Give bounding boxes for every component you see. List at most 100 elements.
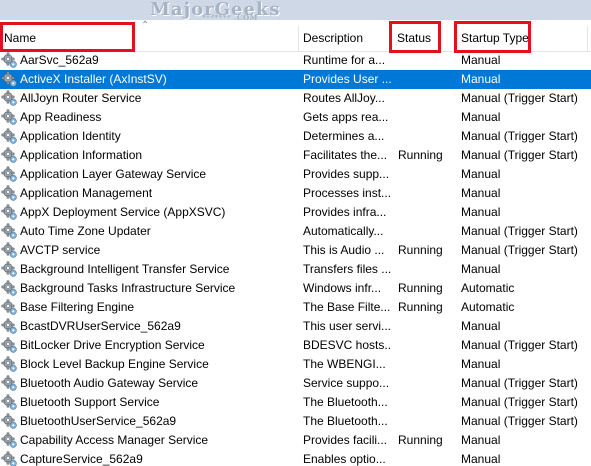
service-description: Provides supp... <box>303 167 390 181</box>
chevron-up-icon: ⌃ <box>141 20 150 31</box>
gear-icon <box>1 166 18 183</box>
gear-icon <box>1 375 18 392</box>
column-header-row: Name Description Status Startup Type <box>0 20 591 52</box>
services-window: MajorGeeks ******* .COM Name Description… <box>0 0 591 466</box>
service-name: Base Filtering Engine <box>20 300 135 314</box>
service-row[interactable]: Application Management Processes inst... M… <box>0 184 591 203</box>
service-name: Auto Time Zone Updater <box>20 224 151 238</box>
gear-icon <box>1 185 18 202</box>
service-name: ActiveX Installer (AxInstSV) <box>20 72 167 86</box>
service-description: Gets apps rea... <box>303 110 389 124</box>
gear-icon <box>1 147 18 164</box>
column-divider[interactable] <box>455 26 456 51</box>
service-startup-type: Manual (Trigger Start) <box>461 224 578 238</box>
service-name: CaptureService_562a9 <box>20 452 143 466</box>
service-description: Determines a... <box>303 129 385 143</box>
service-status: Running <box>398 300 443 314</box>
service-row[interactable]: ActiveX Installer (AxInstSV) Provides Use… <box>0 70 591 89</box>
service-startup-type: Manual (Trigger Start) <box>461 148 578 162</box>
gear-icon <box>1 261 18 278</box>
service-status: Running <box>398 148 443 162</box>
service-description: BDESVC hosts... <box>303 338 391 352</box>
column-header-startup-type[interactable]: Startup Type <box>457 20 587 51</box>
service-row[interactable]: BitLocker Drive Encryption Service BDESVC… <box>0 336 591 355</box>
service-row[interactable]: Block Level Backup Engine Service The WBE… <box>0 355 591 374</box>
service-startup-type: Automatic <box>461 281 515 295</box>
service-startup-type: Manual (Trigger Start) <box>461 129 578 143</box>
service-name: Block Level Backup Engine Service <box>20 357 209 371</box>
service-startup-type: Manual <box>461 205 501 219</box>
service-startup-type: Manual (Trigger Start) <box>461 91 578 105</box>
service-row[interactable]: BluetoothUserService_562a9 The Bluetooth.… <box>0 412 591 431</box>
service-startup-type: Manual <box>461 53 501 67</box>
service-row[interactable]: BcastDVRUserService_562a9 This user servi… <box>0 317 591 336</box>
service-description: Windows infr... <box>303 281 382 295</box>
service-startup-type: Automatic <box>461 300 515 314</box>
service-row[interactable]: Auto Time Zone Updater Automatically... Ma… <box>0 222 591 241</box>
service-row[interactable]: App Readiness Gets apps rea... Manual <box>0 108 591 127</box>
service-description: Provides facili... <box>303 433 388 447</box>
service-startup-type: Manual <box>461 357 501 371</box>
gear-icon <box>1 109 18 126</box>
service-name: AVCTP service <box>20 243 101 257</box>
service-description: Runtime for a... <box>303 53 386 67</box>
service-name: Bluetooth Support Service <box>20 395 160 409</box>
gear-icon <box>1 432 18 449</box>
service-startup-type: Manual (Trigger Start) <box>461 414 578 428</box>
gear-icon <box>1 394 18 411</box>
service-row[interactable]: AppX Deployment Service (AppXSVC) Provide… <box>0 203 591 222</box>
service-row[interactable]: Application Information Facilitates the..… <box>0 146 591 165</box>
service-description: The Bluetooth... <box>303 395 388 409</box>
service-row[interactable]: Base Filtering Engine The Base Filte... Ru… <box>0 298 591 317</box>
service-startup-type: Manual (Trigger Start) <box>461 338 578 352</box>
column-header-description[interactable]: Description <box>299 20 389 51</box>
service-row[interactable]: AllJoyn Router Service Routes AllJoy... Ma… <box>0 89 591 108</box>
service-name: Application Identity <box>20 129 121 143</box>
service-row[interactable]: Application Identity Determines a... Manua… <box>0 127 591 146</box>
service-row[interactable]: Application Layer Gateway Service Provide… <box>0 165 591 184</box>
service-description: The WBENGI... <box>303 357 386 371</box>
gear-icon <box>1 71 18 88</box>
gear-icon <box>1 223 18 240</box>
service-startup-type: Manual <box>461 452 501 466</box>
service-name: BitLocker Drive Encryption Service <box>20 338 205 352</box>
service-description: Transfers files ... <box>303 262 391 276</box>
services-list: AarSvc_562a9 Runtime for a... Manual Active… <box>0 51 591 466</box>
service-description: Facilitates the... <box>303 148 388 162</box>
service-description: Enables optio... <box>303 452 386 466</box>
service-startup-type: Manual <box>461 433 501 447</box>
service-row[interactable]: CaptureService_562a9 Enables optio... Manu… <box>0 450 591 466</box>
service-row[interactable]: Bluetooth Audio Gateway Service Service s… <box>0 374 591 393</box>
gear-icon <box>1 451 18 466</box>
service-name: AllJoyn Router Service <box>20 91 142 105</box>
service-startup-type: Manual <box>461 110 501 124</box>
service-description: The Base Filte... <box>303 300 391 314</box>
service-description: This is Audio ... <box>303 243 385 257</box>
service-startup-type: Manual <box>461 167 501 181</box>
service-description: Service suppo... <box>303 376 390 390</box>
service-description: Processes inst... <box>303 186 391 200</box>
service-name: AarSvc_562a9 <box>20 53 99 67</box>
service-name: App Readiness <box>20 110 102 124</box>
service-name: Bluetooth Audio Gateway Service <box>20 376 199 390</box>
service-startup-type: Manual <box>461 262 501 276</box>
service-row[interactable]: AVCTP service This is Audio ... Running Man… <box>0 241 591 260</box>
service-description: Routes AllJoy... <box>303 91 385 105</box>
column-header-status[interactable]: Status <box>393 20 455 51</box>
column-divider[interactable] <box>587 26 588 51</box>
service-row[interactable]: Background Intelligent Transfer Service T… <box>0 260 591 279</box>
service-description: Automatically... <box>303 224 384 238</box>
gear-icon <box>1 90 18 107</box>
service-row[interactable]: Background Tasks Infrastructure Service W… <box>0 279 591 298</box>
gear-icon <box>1 204 18 221</box>
gear-icon <box>1 299 18 316</box>
service-row[interactable]: Capability Access Manager Service Provide… <box>0 431 591 450</box>
top-strip <box>0 0 591 20</box>
service-row[interactable]: AarSvc_562a9 Runtime for a... Manual <box>0 51 591 70</box>
service-name: AppX Deployment Service (AppXSVC) <box>20 205 226 219</box>
service-name: Application Layer Gateway Service <box>20 167 207 181</box>
gear-icon <box>1 280 18 297</box>
service-row[interactable]: Bluetooth Support Service The Bluetooth..… <box>0 393 591 412</box>
gear-icon <box>1 128 18 145</box>
column-divider[interactable] <box>391 26 392 51</box>
